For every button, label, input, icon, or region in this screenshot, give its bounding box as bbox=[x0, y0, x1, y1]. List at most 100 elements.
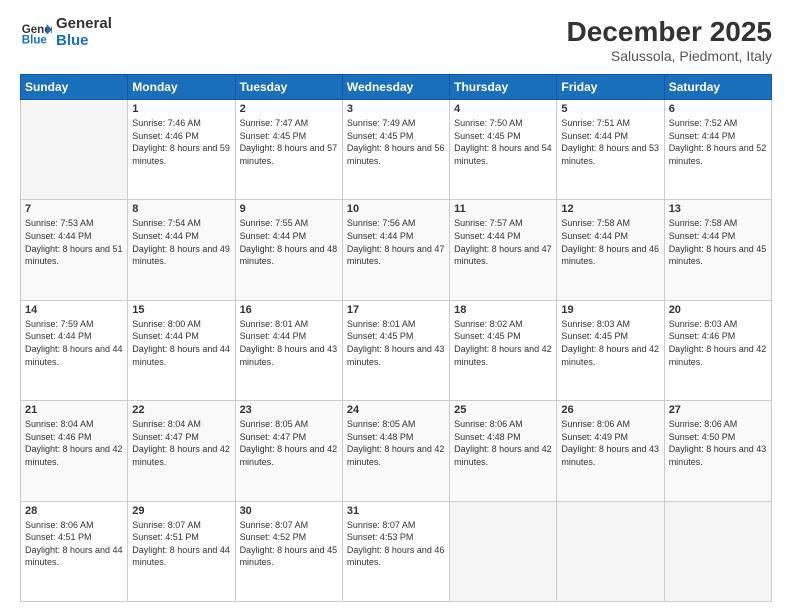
sunrise-text: Sunrise: 7:53 AM bbox=[25, 218, 94, 228]
sunrise-text: Sunrise: 8:07 AM bbox=[132, 520, 201, 530]
calendar-cell: 28Sunrise: 8:06 AMSunset: 4:51 PMDayligh… bbox=[21, 501, 128, 601]
day-info: Sunrise: 8:05 AMSunset: 4:47 PMDaylight:… bbox=[240, 418, 338, 468]
daylight-text: Daylight: 8 hours and 45 minutes. bbox=[240, 545, 338, 568]
week-row-1: 1Sunrise: 7:46 AMSunset: 4:46 PMDaylight… bbox=[21, 100, 772, 200]
calendar-cell bbox=[21, 100, 128, 200]
day-number: 13 bbox=[669, 203, 767, 215]
calendar-cell: 22 Sunrise: 8:04 AMSunset: 4:47 PMDayligh… bbox=[128, 401, 235, 501]
day-info: Sunrise: 7:53 AMSunset: 4:44 PMDaylight:… bbox=[25, 217, 123, 267]
calendar-cell: 19Sunrise: 8:03 AMSunset: 4:45 PMDayligh… bbox=[557, 300, 664, 400]
daylight-text: Daylight: 8 hours and 43 minutes. bbox=[561, 444, 659, 467]
day-number: 24 bbox=[347, 404, 445, 416]
sunset-text: Sunset: 4:44 PM bbox=[25, 331, 92, 341]
week-row-2: 7Sunrise: 7:53 AMSunset: 4:44 PMDaylight… bbox=[21, 200, 772, 300]
daylight-text: Daylight: 8 hours and 49 minutes. bbox=[132, 244, 230, 267]
calendar-cell: 1Sunrise: 7:46 AMSunset: 4:46 PMDaylight… bbox=[128, 100, 235, 200]
sunrise-text: Sunrise: 8:02 AM bbox=[454, 319, 523, 329]
daylight-text: Daylight: 8 hours and 44 minutes. bbox=[132, 545, 230, 568]
day-info: Sunrise: 8:06 AMSunset: 4:49 PMDaylight:… bbox=[561, 418, 659, 468]
calendar-cell bbox=[557, 501, 664, 601]
daylight-text: Daylight: 8 hours and 51 minutes. bbox=[25, 244, 123, 267]
day-info: Sunrise: 8:04 AMSunset: 4:46 PMDaylight:… bbox=[25, 418, 123, 468]
day-info: Sunrise: 8:03 AMSunset: 4:46 PMDaylight:… bbox=[669, 318, 767, 368]
week-row-4: 21Sunrise: 8:04 AMSunset: 4:46 PMDayligh… bbox=[21, 401, 772, 501]
calendar-cell: 30Sunrise: 8:07 AMSunset: 4:52 PMDayligh… bbox=[235, 501, 342, 601]
sunrise-text: Sunrise: 7:58 AM bbox=[669, 218, 738, 228]
sunset-text: Sunset: 4:45 PM bbox=[454, 331, 521, 341]
sunrise-text: Sunrise: 8:06 AM bbox=[454, 419, 523, 429]
sunrise-text: Sunrise: 7:52 AM bbox=[669, 118, 738, 128]
sunset-text: Sunset: 4:44 PM bbox=[454, 231, 521, 241]
sunrise-text: Sunrise: 7:47 AM bbox=[240, 118, 309, 128]
day-number: 5 bbox=[561, 103, 659, 115]
calendar-cell: 10Sunrise: 7:56 AMSunset: 4:44 PMDayligh… bbox=[342, 200, 449, 300]
weekday-header-wednesday: Wednesday bbox=[342, 75, 449, 100]
sunset-text: Sunset: 4:51 PM bbox=[132, 532, 199, 542]
day-number: 8 bbox=[132, 203, 230, 215]
day-number: 14 bbox=[25, 304, 123, 316]
day-info: Sunrise: 8:01 AMSunset: 4:44 PMDaylight:… bbox=[240, 318, 338, 368]
calendar-cell: 14Sunrise: 7:59 AMSunset: 4:44 PMDayligh… bbox=[21, 300, 128, 400]
sunset-text: Sunset: 4:45 PM bbox=[347, 131, 414, 141]
daylight-text: Daylight: 8 hours and 42 minutes. bbox=[454, 344, 552, 367]
day-number: 18 bbox=[454, 304, 552, 316]
sunrise-text: Sunrise: 8:07 AM bbox=[347, 520, 416, 530]
day-number: 16 bbox=[240, 304, 338, 316]
day-number: 1 bbox=[132, 103, 230, 115]
sunset-text: Sunset: 4:46 PM bbox=[25, 432, 92, 442]
sunset-text: Sunset: 4:45 PM bbox=[454, 131, 521, 141]
calendar-table: SundayMondayTuesdayWednesdayThursdayFrid… bbox=[20, 74, 772, 602]
day-info: Sunrise: 8:00 AMSunset: 4:44 PMDaylight:… bbox=[132, 318, 230, 368]
daylight-text: Daylight: 8 hours and 43 minutes. bbox=[669, 444, 767, 467]
sunset-text: Sunset: 4:49 PM bbox=[561, 432, 628, 442]
day-info: Sunrise: 8:03 AMSunset: 4:45 PMDaylight:… bbox=[561, 318, 659, 368]
page: General Blue General Blue December 2025 … bbox=[0, 0, 792, 612]
calendar-cell: 17Sunrise: 8:01 AMSunset: 4:45 PMDayligh… bbox=[342, 300, 449, 400]
month-title: December 2025 bbox=[567, 16, 772, 48]
sunrise-text: Sunrise: 8:07 AM bbox=[240, 520, 309, 530]
sunset-text: Sunset: 4:45 PM bbox=[240, 131, 307, 141]
calendar-cell: 5 Sunrise: 7:51 AMSunset: 4:44 PMDaylight… bbox=[557, 100, 664, 200]
daylight-text: Daylight: 8 hours and 54 minutes. bbox=[454, 143, 552, 166]
header: General Blue General Blue December 2025 … bbox=[20, 16, 772, 64]
sunset-text: Sunset: 4:46 PM bbox=[669, 331, 736, 341]
day-number: 17 bbox=[347, 304, 445, 316]
weekday-header-sunday: Sunday bbox=[21, 75, 128, 100]
daylight-text: Daylight: 8 hours and 42 minutes. bbox=[454, 444, 552, 467]
sunset-text: Sunset: 4:53 PM bbox=[347, 532, 414, 542]
sunrise-text: Sunrise: 8:06 AM bbox=[25, 520, 94, 530]
daylight-text: Daylight: 8 hours and 42 minutes. bbox=[347, 444, 445, 467]
sunset-text: Sunset: 4:48 PM bbox=[454, 432, 521, 442]
calendar-cell: 26Sunrise: 8:06 AMSunset: 4:49 PMDayligh… bbox=[557, 401, 664, 501]
day-info: Sunrise: 7:51 AMSunset: 4:44 PMDaylight:… bbox=[561, 117, 659, 167]
calendar-cell: 20Sunrise: 8:03 AMSunset: 4:46 PMDayligh… bbox=[664, 300, 771, 400]
sunrise-text: Sunrise: 8:06 AM bbox=[669, 419, 738, 429]
calendar-cell: 29Sunrise: 8:07 AMSunset: 4:51 PMDayligh… bbox=[128, 501, 235, 601]
day-info: Sunrise: 7:54 AMSunset: 4:44 PMDaylight:… bbox=[132, 217, 230, 267]
day-number: 22 bbox=[132, 404, 230, 416]
day-info: Sunrise: 8:04 AMSunset: 4:47 PMDaylight:… bbox=[132, 418, 230, 468]
daylight-text: Daylight: 8 hours and 48 minutes. bbox=[240, 244, 338, 267]
day-info: Sunrise: 8:07 AMSunset: 4:52 PMDaylight:… bbox=[240, 519, 338, 569]
calendar-cell: 27Sunrise: 8:06 AMSunset: 4:50 PMDayligh… bbox=[664, 401, 771, 501]
day-info: Sunrise: 7:58 AMSunset: 4:44 PMDaylight:… bbox=[669, 217, 767, 267]
day-info: Sunrise: 7:58 AMSunset: 4:44 PMDaylight:… bbox=[561, 217, 659, 267]
sunset-text: Sunset: 4:44 PM bbox=[669, 231, 736, 241]
sunset-text: Sunset: 4:45 PM bbox=[561, 331, 628, 341]
day-info: Sunrise: 7:56 AMSunset: 4:44 PMDaylight:… bbox=[347, 217, 445, 267]
day-info: Sunrise: 8:07 AM Sunset: 4:51 PM Daylight:… bbox=[132, 519, 230, 569]
calendar-cell bbox=[450, 501, 557, 601]
sunset-text: Sunset: 4:44 PM bbox=[240, 331, 307, 341]
sunset-text: Sunset: 4:44 PM bbox=[561, 231, 628, 241]
daylight-text: Daylight: 8 hours and 42 minutes. bbox=[561, 344, 659, 367]
sunrise-text: Sunrise: 8:01 AM bbox=[347, 319, 416, 329]
daylight-text: Daylight: 8 hours and 42 minutes. bbox=[25, 444, 123, 467]
sunset-text: Sunset: 4:46 PM bbox=[132, 131, 199, 141]
calendar-cell: 13Sunrise: 7:58 AMSunset: 4:44 PMDayligh… bbox=[664, 200, 771, 300]
calendar-cell: 9Sunrise: 7:55 AMSunset: 4:44 PMDaylight… bbox=[235, 200, 342, 300]
daylight-text: Daylight: 8 hours and 46 minutes. bbox=[561, 244, 659, 267]
day-info: Sunrise: 7:52 AMSunset: 4:44 PMDaylight:… bbox=[669, 117, 767, 167]
day-info: Sunrise: 8:06 AM Sunset: 4:48 PM Daylight:… bbox=[454, 418, 552, 468]
sunrise-text: Sunrise: 7:56 AM bbox=[347, 218, 416, 228]
calendar-cell: 15Sunrise: 8:00 AMSunset: 4:44 PMDayligh… bbox=[128, 300, 235, 400]
